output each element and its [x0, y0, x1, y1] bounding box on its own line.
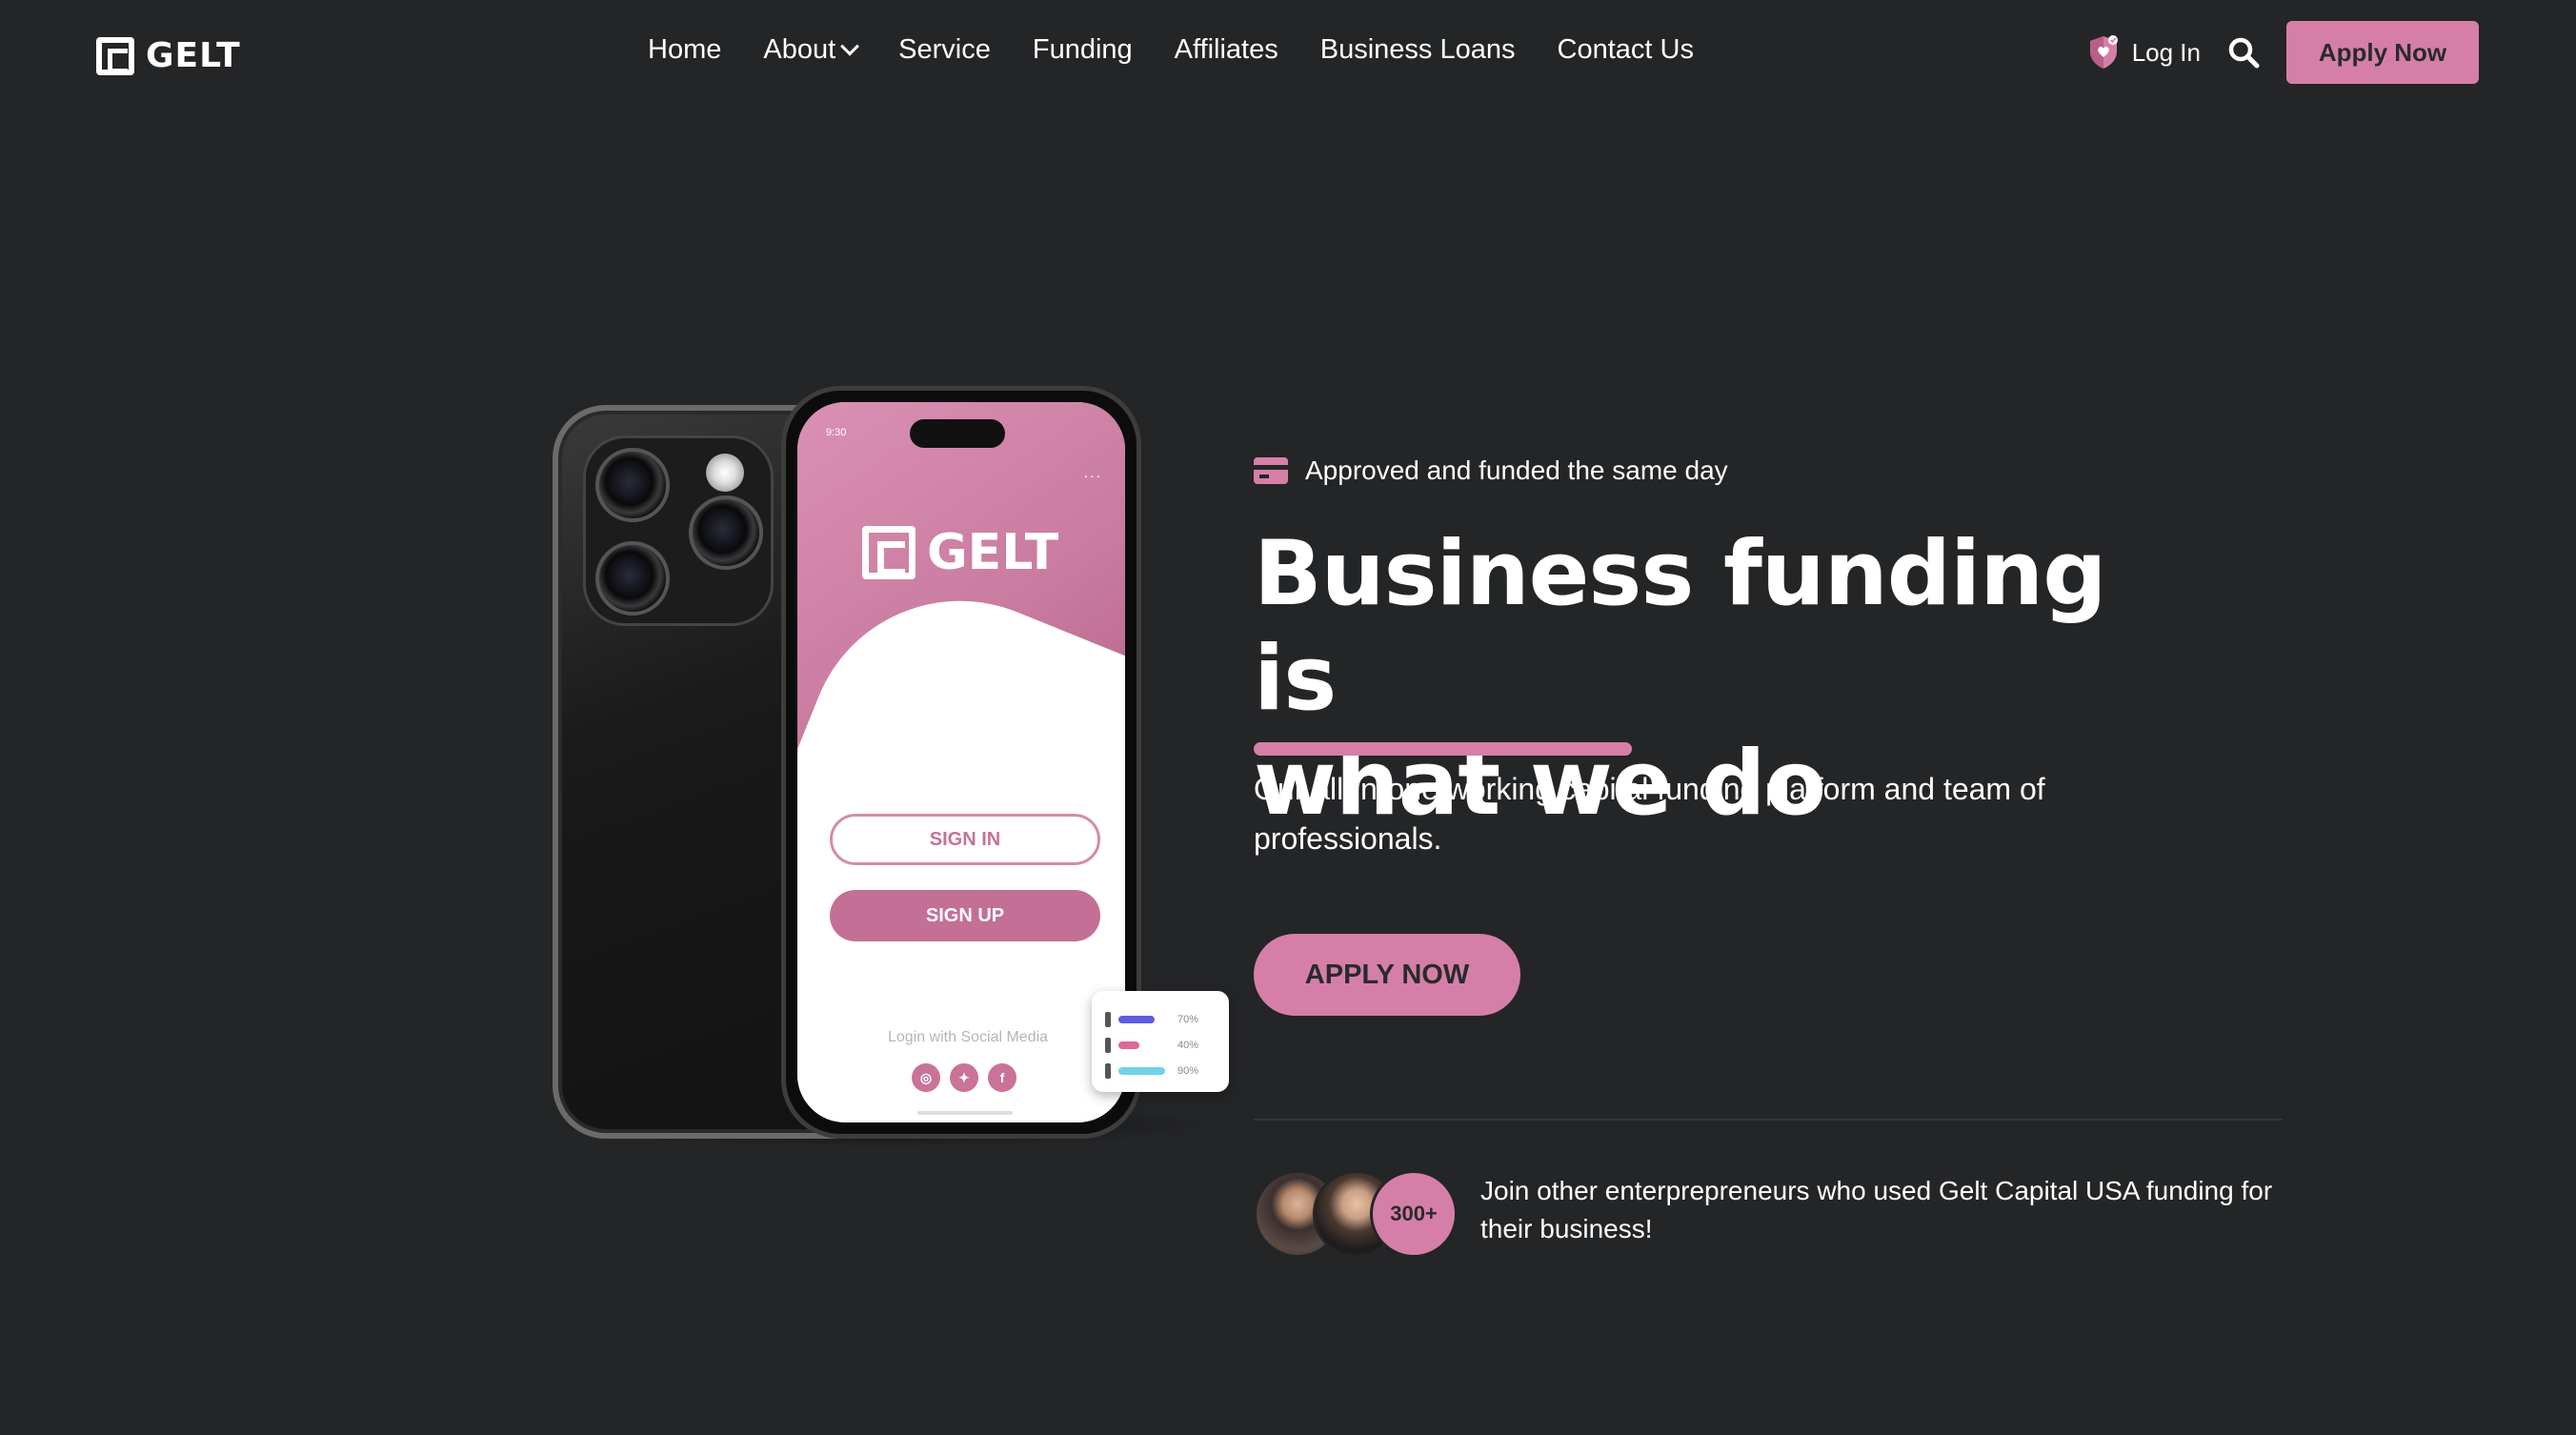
- credit-card-icon: [1254, 457, 1288, 484]
- chevron-down-icon: [840, 36, 860, 56]
- stat-value: 90%: [1177, 1064, 1199, 1077]
- hero-apply-now-button[interactable]: APPLY NOW: [1254, 934, 1520, 1016]
- nav-service[interactable]: Service: [898, 34, 991, 66]
- home-indicator: [917, 1111, 1013, 1115]
- screen-logo: GELT: [862, 524, 1058, 581]
- stat-value: 70%: [1177, 1013, 1199, 1025]
- screen-logo-text: GELT: [927, 524, 1059, 581]
- nav-business-loans[interactable]: Business Loans: [1320, 34, 1516, 66]
- stat-bar: [1118, 1015, 1155, 1023]
- headline-line-1: Business funding is: [1254, 522, 2106, 731]
- main-nav: Home About Service Funding Affiliates Bu…: [648, 34, 1694, 66]
- header-actions: Log In Apply Now: [2086, 21, 2479, 84]
- nav-contact-us[interactable]: Contact Us: [1558, 34, 1694, 66]
- phone-mockup: 9:30 ... GELT SIGN IN SIGN UP Login with…: [533, 386, 1238, 1158]
- screen-social-label: Login with Social Media: [887, 1029, 1049, 1045]
- headline-underline: [1254, 742, 1632, 756]
- brand-name: GELT: [146, 36, 241, 75]
- stat-marker: [1105, 1011, 1111, 1027]
- menu-dots-icon: ...: [1083, 465, 1102, 481]
- facebook-icon: f: [988, 1063, 1016, 1092]
- status-time: 9:30: [826, 427, 847, 438]
- login-label: Log In: [2131, 37, 2201, 67]
- apply-now-button[interactable]: Apply Now: [2286, 21, 2479, 84]
- stat-marker: [1105, 1037, 1111, 1053]
- social-proof-text: Join other enterprepreneurs who used Gel…: [1480, 1176, 2273, 1243]
- section-divider: [1254, 1119, 2283, 1121]
- nav-home[interactable]: Home: [648, 34, 721, 66]
- customer-count-badge: 300+: [1370, 1170, 1458, 1258]
- stat-bar: [1118, 1041, 1139, 1049]
- instagram-icon: ◎: [912, 1063, 940, 1092]
- flash-icon: [706, 454, 744, 492]
- gelt-logo-icon: [862, 526, 916, 579]
- nav-about-label: About: [763, 34, 836, 65]
- hero-subtext: Our all-in-one working capital funding p…: [1254, 772, 2045, 856]
- nav-funding[interactable]: Funding: [1033, 34, 1133, 66]
- stat-row: 70%: [1105, 1006, 1216, 1032]
- phone-screen: 9:30 ... GELT SIGN IN SIGN UP Login with…: [797, 402, 1125, 1122]
- shield-heart-icon: [2086, 34, 2121, 71]
- camera-lens-icon: [595, 541, 670, 616]
- camera-module: [583, 435, 774, 626]
- screen-signup-button: SIGN UP: [830, 890, 1100, 941]
- stat-marker: [1105, 1062, 1111, 1079]
- stat-row: 90%: [1105, 1058, 1216, 1083]
- dynamic-island: [910, 419, 1005, 448]
- nav-about[interactable]: About: [763, 34, 860, 66]
- stat-value: 40%: [1177, 1039, 1199, 1051]
- stat-bar: [1118, 1066, 1165, 1075]
- nav-affiliates[interactable]: Affiliates: [1175, 34, 1278, 66]
- customer-avatars: 300+: [1254, 1170, 1458, 1258]
- login-link[interactable]: Log In: [2086, 34, 2201, 71]
- camera-lens-icon: [689, 495, 763, 570]
- stats-card: 70% 40% 90%: [1092, 991, 1229, 1092]
- phone-front: 9:30 ... GELT SIGN IN SIGN UP Login with…: [781, 386, 1141, 1139]
- search-icon[interactable]: [2227, 36, 2260, 69]
- tagline-text: Approved and funded the same day: [1305, 455, 1728, 485]
- hero-tagline: Approved and funded the same day: [1254, 455, 1728, 486]
- screen-social-icons: ◎ ✦ f: [912, 1063, 1016, 1092]
- camera-lens-icon: [595, 448, 670, 522]
- stat-row: 40%: [1105, 1032, 1216, 1058]
- screen-signin-button: SIGN IN: [830, 814, 1100, 865]
- brand-logo[interactable]: GELT: [96, 36, 241, 75]
- gelt-logo-icon: [96, 36, 134, 75]
- twitter-icon: ✦: [950, 1063, 978, 1092]
